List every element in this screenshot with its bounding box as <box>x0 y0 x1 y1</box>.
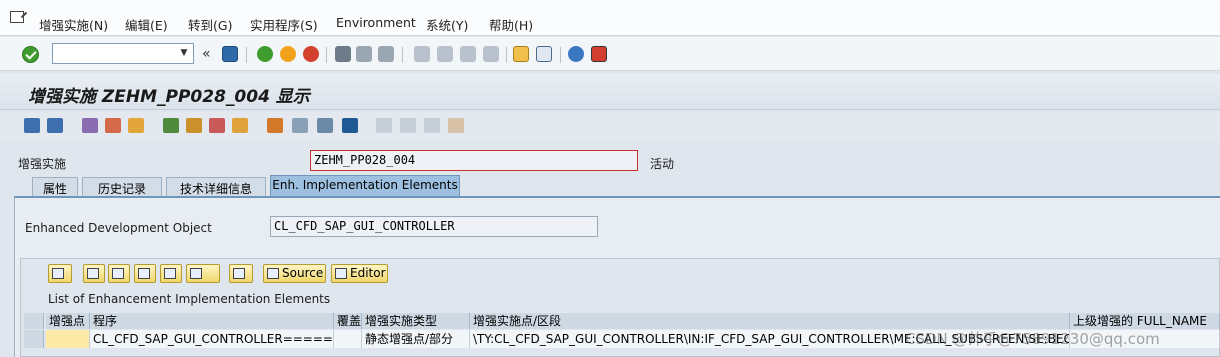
title-bar: 增强实施 ZEHM_PP028_004 显示 <box>0 74 1220 110</box>
tab-technical-details[interactable]: 技术详细信息 <box>166 177 266 197</box>
col-header-impl-type[interactable]: 增强实施类型 <box>362 313 470 329</box>
tab-attributes[interactable]: 属性 <box>32 177 78 197</box>
zoom-icon[interactable] <box>48 264 72 283</box>
align-icon[interactable] <box>292 118 308 133</box>
col-header-enh-point[interactable]: 增强点 <box>46 313 90 329</box>
menu-bar: 增强实施(N) 编辑(E) 转到(G) 实用程序(S) Environment … <box>0 0 1220 36</box>
copy-icon[interactable] <box>400 118 416 133</box>
find-icon[interactable] <box>356 46 372 62</box>
back-arrow-icon[interactable] <box>24 118 40 133</box>
object-label: Enhanced Development Object <box>25 221 212 235</box>
select-all-icon[interactable] <box>24 313 44 329</box>
editor-icon <box>335 268 347 279</box>
col-header-overwrite[interactable]: 覆盖 <box>334 313 362 329</box>
source-button-label: Source <box>282 266 324 280</box>
source-button[interactable]: Source <box>263 264 326 283</box>
layout-grid-icon[interactable] <box>229 264 253 283</box>
toolbar-divider <box>506 47 507 63</box>
watermark-text: CSDN @帅乎@7589123​0@qq.com <box>905 330 1160 348</box>
create-session-icon[interactable] <box>513 46 529 62</box>
hierarchy-icon[interactable] <box>267 118 283 133</box>
find-next-icon[interactable] <box>378 46 394 62</box>
pencil-icon[interactable] <box>186 118 202 133</box>
cell-overwrite[interactable] <box>334 330 362 348</box>
forward-arrow-icon[interactable] <box>47 118 63 133</box>
back-icon[interactable] <box>257 46 273 62</box>
chevron-down-icon[interactable]: ▼ <box>177 46 191 61</box>
shortcut-icon[interactable] <box>536 46 552 62</box>
sort-ascending-icon[interactable] <box>83 264 105 283</box>
info-icon[interactable] <box>342 118 358 133</box>
grid-title: List of Enhancement Implementation Eleme… <box>48 292 331 306</box>
cell-enh-point[interactable] <box>46 330 90 348</box>
menu-enhancement-impl[interactable]: 增强实施(N) <box>39 15 108 34</box>
exit-icon[interactable] <box>280 46 296 62</box>
col-header-impl-point[interactable]: 增强实施点/区段 <box>470 313 1070 329</box>
application-toolbar <box>0 112 1220 140</box>
toolbar-divider <box>326 47 327 63</box>
row-selector[interactable] <box>24 330 44 348</box>
tab-history[interactable]: 历史记录 <box>82 177 162 197</box>
menu-edit[interactable]: 编辑(E) <box>125 15 168 34</box>
status-text: 活动 <box>650 157 675 171</box>
tab-strip: 属性 历史记录 技术详细信息 Enh. Implementation Eleme… <box>14 175 1220 197</box>
tab-enh-implementation-elements[interactable]: Enh. Implementation Elements <box>270 175 460 197</box>
object-field[interactable]: CL_CFD_SAP_GUI_CONTROLLER <box>270 216 598 237</box>
command-field[interactable]: ▼ <box>52 43 194 64</box>
save-icon[interactable] <box>222 46 238 62</box>
impl-label: 增强实施 <box>18 157 67 171</box>
col-header-program[interactable]: 程序 <box>90 313 334 329</box>
filter-icon[interactable] <box>186 264 220 283</box>
layout-icon[interactable] <box>317 118 333 133</box>
editor-button[interactable]: Editor <box>331 264 388 283</box>
find-next-icon-grid[interactable] <box>160 264 182 283</box>
toolbar-divider <box>560 47 561 63</box>
menu-system[interactable]: 系统(Y) <box>426 15 468 34</box>
page-title: 增强实施 ZEHM_PP028_004 显示 <box>28 87 310 107</box>
menu-utilities[interactable]: 实用程序(S) <box>250 15 318 34</box>
collapse-command-icon[interactable]: « <box>202 46 211 62</box>
undo-icon[interactable] <box>448 118 464 133</box>
cancel-icon[interactable] <box>303 46 319 62</box>
help-icon[interactable] <box>568 46 584 62</box>
toolbar-divider <box>246 47 247 63</box>
cell-program[interactable]: CL_CFD_SAP_GUI_CONTROLLER=====CP <box>90 330 334 348</box>
display-change-icon[interactable] <box>82 118 98 133</box>
toolbar-divider <box>402 47 403 63</box>
paste-icon[interactable] <box>424 118 440 133</box>
transport-icon[interactable] <box>232 118 248 133</box>
menu-environment[interactable]: Environment <box>336 15 416 30</box>
cut-icon[interactable] <box>376 118 392 133</box>
enter-check-icon[interactable] <box>22 46 39 63</box>
next-page-icon[interactable] <box>460 46 476 62</box>
system-toolbar: ▼ « <box>0 37 1220 71</box>
cell-impl-type[interactable]: 静态增强点/部分 <box>362 330 470 348</box>
menu-goto[interactable]: 转到(G) <box>188 15 232 34</box>
where-used-icon[interactable] <box>209 118 225 133</box>
editor-button-label: Editor <box>350 266 386 280</box>
customize-layout-icon[interactable] <box>591 46 607 62</box>
other-object-icon[interactable] <box>105 118 121 133</box>
activate-icon[interactable] <box>128 118 144 133</box>
find-icon-grid[interactable] <box>134 264 156 283</box>
check-icon[interactable] <box>163 118 179 133</box>
col-header-parent-full-name[interactable]: 上级增强的 FULL_NAME <box>1070 313 1220 329</box>
menu-help[interactable]: 帮助(H) <box>489 15 533 34</box>
impl-name-field[interactable]: ZEHM_PP028_004 <box>310 150 638 171</box>
menu-app-icon[interactable] <box>10 11 24 23</box>
source-icon <box>267 268 279 279</box>
prev-page-icon[interactable] <box>437 46 453 62</box>
print-icon[interactable] <box>335 46 351 62</box>
sort-descending-icon[interactable] <box>108 264 130 283</box>
first-page-icon[interactable] <box>414 46 430 62</box>
last-page-icon[interactable] <box>483 46 499 62</box>
